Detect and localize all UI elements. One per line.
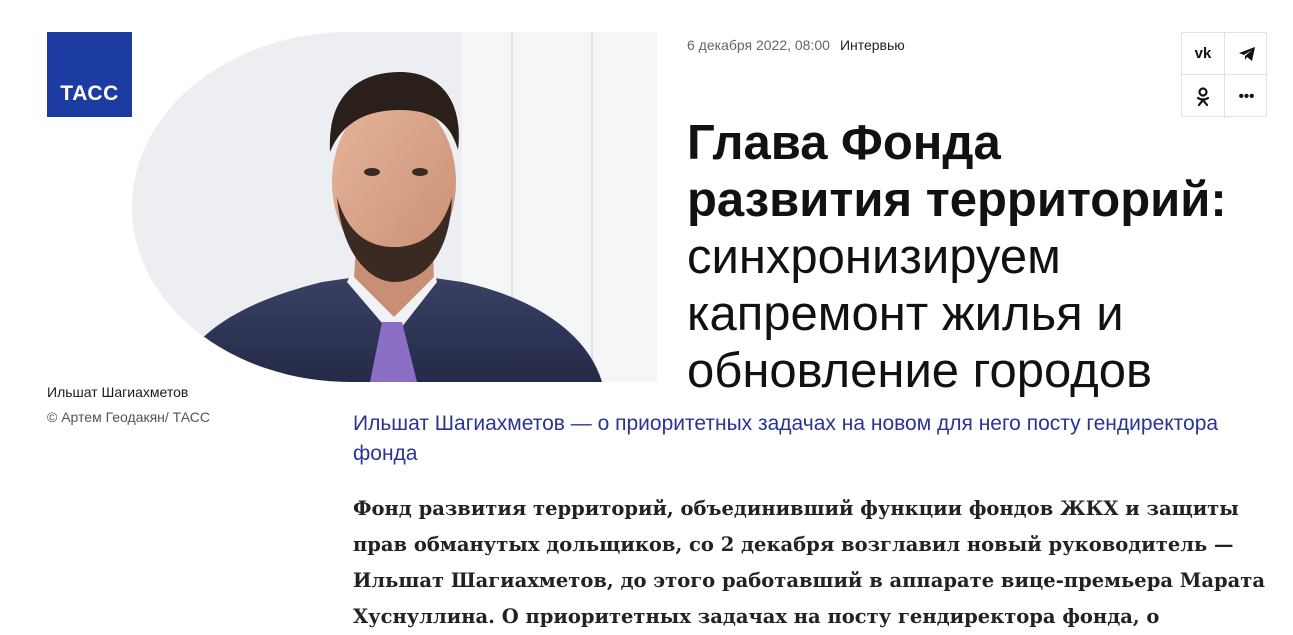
vk-share-button[interactable]: vk xyxy=(1182,33,1225,75)
photo-credit: © Артем Геодакян/ ТАСС xyxy=(47,409,210,425)
more-share-button[interactable]: ••• xyxy=(1225,75,1268,118)
logo-text: ТАСС xyxy=(60,82,119,105)
telegram-share-button[interactable] xyxy=(1225,33,1268,75)
ok-share-button[interactable] xyxy=(1182,75,1225,118)
odnoklassniki-icon xyxy=(1196,86,1210,106)
telegram-icon xyxy=(1238,46,1255,61)
article-photo xyxy=(132,32,657,382)
article-body: Фонд развития территорий, объединивший ф… xyxy=(353,497,1265,628)
article-rubric[interactable]: Интервью xyxy=(840,37,905,53)
vk-icon: vk xyxy=(1194,45,1212,62)
article-lead: Ильшат Шагиахметов — о приоритетных зада… xyxy=(353,412,1219,465)
article-meta: 6 декабря 2022, 08:00 Интервью xyxy=(687,37,905,53)
title-bold-line-1: Глава Фонда xyxy=(687,116,1001,170)
article-date: 6 декабря 2022, 08:00 xyxy=(687,37,830,53)
article-title: Глава Фонда развития территорий: синхрон… xyxy=(687,115,1267,400)
title-bold-line-2: развития территорий: xyxy=(687,173,1227,227)
share-panel: vk ••• xyxy=(1181,32,1268,118)
photo-caption: Ильшат Шагиахметов xyxy=(47,384,189,400)
more-icon: ••• xyxy=(1238,88,1255,105)
tass-logo[interactable]: ТАСС xyxy=(47,32,132,117)
title-light: синхронизируем капремонт жилья и обновле… xyxy=(687,230,1153,398)
